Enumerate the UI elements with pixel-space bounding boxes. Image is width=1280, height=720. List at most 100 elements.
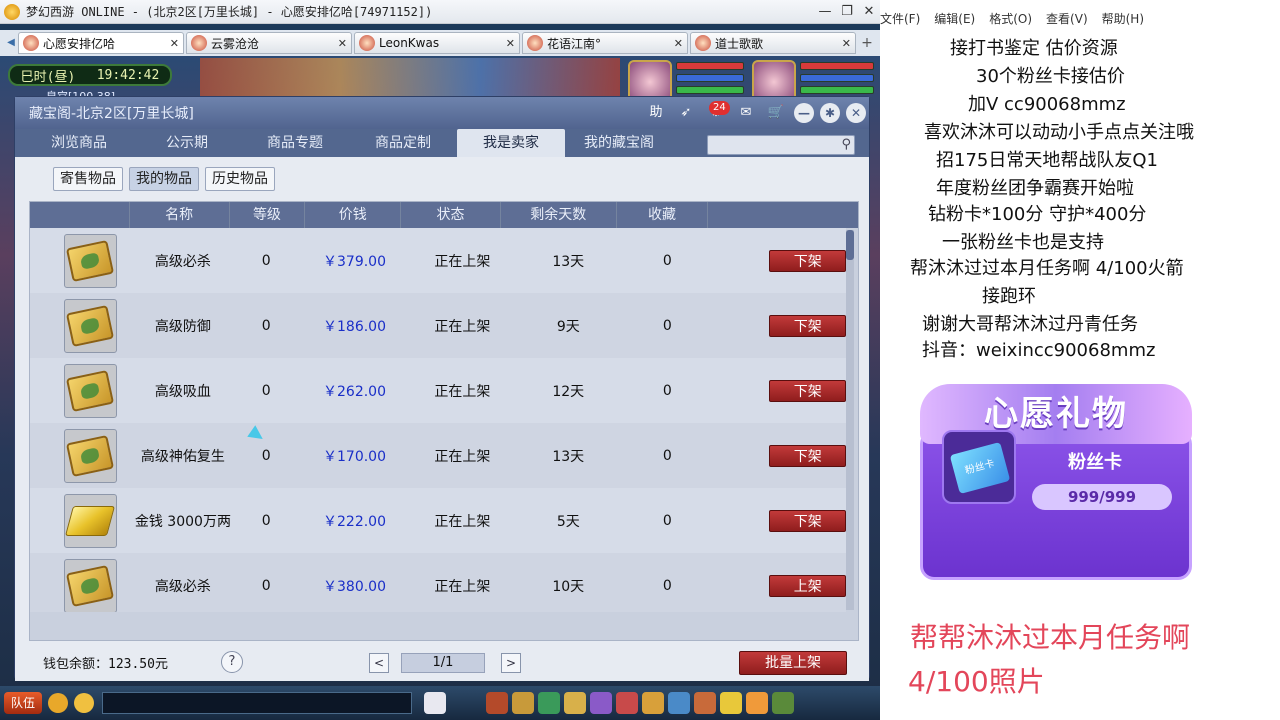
wish-gift-card: 心愿礼物 粉丝卡 粉丝卡 999/999 (920, 384, 1192, 580)
treasure-pavilion-dialog: 藏宝阁-北京2区[万里长城] 助 ➶ ⚙ ✉ 🛒 — ✱ ✕ 24 浏览商品 公… (14, 96, 870, 681)
close-button[interactable]: ✕ (858, 4, 880, 19)
trade-icon[interactable] (564, 692, 586, 714)
scrollbar-thumb[interactable] (846, 230, 854, 260)
voice-icon[interactable] (48, 693, 68, 713)
table-scrollbar[interactable] (846, 230, 854, 610)
subtab-my-items[interactable]: 我的物品 (129, 167, 199, 191)
tab-close-icon[interactable]: ✕ (338, 37, 347, 50)
tab-scroll-left-icon[interactable]: ◀ (4, 34, 18, 52)
dialog-close-icon[interactable]: ✕ (846, 103, 866, 123)
avatar-icon (359, 35, 375, 51)
scroll-icon (66, 304, 115, 347)
pet-menu-icon[interactable] (616, 692, 638, 714)
subtab-history[interactable]: 历史物品 (205, 167, 275, 191)
friends-icon[interactable] (720, 692, 742, 714)
tab-close-icon[interactable]: ✕ (506, 37, 515, 50)
client-tab-label: 云雾沧沧 (211, 36, 260, 51)
delist-button[interactable]: 下架 (769, 509, 846, 532)
help-button[interactable]: 助 (644, 102, 668, 124)
item-slot[interactable] (64, 233, 117, 288)
client-tab-4[interactable]: 道士歌歌 ✕ (690, 32, 856, 54)
skills-icon[interactable] (694, 692, 716, 714)
item-level: 0 (261, 252, 271, 269)
item-slot[interactable] (64, 363, 117, 418)
th-days: 剩余天数 (501, 202, 617, 228)
menu-edit[interactable]: 编辑(E) (934, 10, 975, 30)
avatar-icon (695, 35, 711, 51)
table-row[interactable]: 高级防御 0 ￥186.00 正在上架 9天 0 下架 (30, 293, 846, 358)
dialog-footer: 钱包余额：123.50元 ? < 1/1 > 批量上架 (15, 643, 869, 681)
menu-help[interactable]: 帮助(H) (1102, 10, 1144, 30)
team-button[interactable]: 队伍 (4, 692, 42, 714)
table-row[interactable]: 高级吸血 0 ￥262.00 正在上架 12天 0 下架 (30, 358, 846, 423)
cart-icon[interactable]: 🛒 (764, 102, 788, 124)
give-icon[interactable] (538, 692, 560, 714)
item-slot[interactable] (64, 298, 117, 353)
client-tab-1[interactable]: 云雾沧沧 ✕ (186, 32, 352, 54)
team-icon[interactable] (590, 692, 612, 714)
dialog-header: 藏宝阁-北京2区[万里长城] 助 ➶ ⚙ ✉ 🛒 — ✱ ✕ 24 (15, 97, 869, 129)
tab-custom[interactable]: 商品定制 (349, 129, 457, 157)
item-price: ￥186.00 (323, 318, 386, 335)
tab-public-period[interactable]: 公示期 (133, 129, 241, 157)
client-tab-label: 道士歌歌 (715, 36, 764, 51)
item-slot[interactable] (64, 558, 117, 612)
client-tab-0[interactable]: 心愿安排亿哈 ✕ (18, 32, 184, 54)
menu-format[interactable]: 格式(O) (989, 10, 1032, 30)
tab-my-pavilion[interactable]: 我的藏宝阁 (565, 129, 673, 157)
activity-icon[interactable] (746, 692, 768, 714)
attack-icon[interactable] (486, 692, 508, 714)
tab-topics[interactable]: 商品专题 (241, 129, 349, 157)
item-slot[interactable] (64, 428, 117, 483)
client-tab-label: 花语江南° (547, 36, 602, 51)
emoji-icon[interactable] (74, 693, 94, 713)
delist-button[interactable]: 下架 (769, 314, 846, 337)
table-row[interactable]: 高级必杀 0 ￥380.00 正在上架 10天 0 上架 (30, 553, 846, 612)
notepad-menu: 文件(F) 编辑(E) 格式(O) 查看(V) 帮助(H) (880, 10, 1280, 30)
prev-page-button[interactable]: < (369, 653, 389, 673)
tab-close-icon[interactable]: ✕ (842, 37, 851, 50)
table-row[interactable]: 金钱 3000万两 0 ￥222.00 正在上架 5天 0 下架 (30, 488, 846, 553)
delist-button[interactable]: 下架 (769, 444, 846, 467)
pet-icon[interactable] (424, 692, 446, 714)
client-tab-2[interactable]: LeonKwas ✕ (354, 32, 520, 54)
delist-button[interactable]: 上架 (769, 574, 846, 597)
scene-decoration (200, 58, 620, 98)
scroll-icon (66, 434, 115, 477)
next-page-button[interactable]: > (501, 653, 521, 673)
item-level: 0 (261, 577, 271, 594)
quest-icon[interactable] (642, 692, 664, 714)
message-icon[interactable]: ✉ (734, 102, 758, 124)
bulk-list-button[interactable]: 批量上架 (739, 651, 847, 675)
gift-name: 粉丝卡 (1068, 452, 1122, 473)
search-input[interactable] (707, 135, 855, 155)
system-icon[interactable] (772, 692, 794, 714)
menu-view[interactable]: 查看(V) (1046, 10, 1088, 30)
share-icon[interactable]: ➶ (674, 102, 698, 124)
tab-close-icon[interactable]: ✕ (674, 37, 683, 50)
item-slot[interactable] (64, 493, 117, 548)
th-price: 价钱 (305, 202, 402, 228)
guild-icon[interactable] (668, 692, 690, 714)
menu-file[interactable]: 文件(F) (880, 10, 920, 30)
help-question-icon[interactable]: ? (221, 651, 243, 673)
item-bag-icon[interactable] (512, 692, 534, 714)
dialog-options-icon[interactable]: ✱ (820, 103, 840, 123)
search-icon[interactable]: ⚲ (841, 137, 851, 152)
delist-button[interactable]: 下架 (769, 379, 846, 402)
tab-seller[interactable]: 我是卖家 (457, 129, 565, 157)
tab-browse[interactable]: 浏览商品 (25, 129, 133, 157)
tab-close-icon[interactable]: ✕ (170, 37, 179, 50)
item-price: ￥379.00 (323, 253, 386, 270)
table-row[interactable]: 高级神佑复生 0 ￥170.00 正在上架 13天 0 下架 (30, 423, 846, 488)
minimize-button[interactable]: — (814, 4, 836, 19)
subtab-consign[interactable]: 寄售物品 (53, 167, 123, 191)
player-exp-bar (800, 86, 874, 94)
add-tab-button[interactable]: + (858, 35, 876, 51)
table-row[interactable]: 高级必杀 0 ￥379.00 正在上架 13天 0 下架 (30, 228, 846, 293)
delist-button[interactable]: 下架 (769, 249, 846, 272)
restore-button[interactable]: ❐ (836, 4, 858, 19)
client-tab-3[interactable]: 花语江南° ✕ (522, 32, 688, 54)
dialog-minimize-icon[interactable]: — (794, 103, 814, 123)
chat-input[interactable] (102, 692, 412, 714)
